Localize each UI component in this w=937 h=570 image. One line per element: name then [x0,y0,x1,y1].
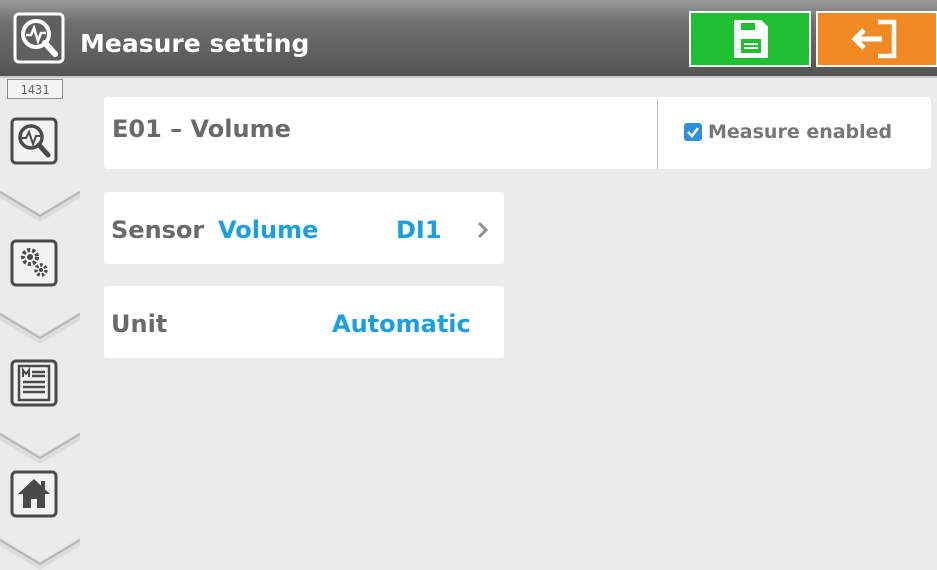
sidebar-item-measure[interactable] [10,117,58,165]
chevron-down-icon [0,432,80,464]
floppy-save-icon [734,20,768,58]
chevron-down-icon [0,190,80,222]
page-title: Measure setting [80,29,310,58]
unit-label: Unit [111,310,168,338]
measure-title: E01 – Volume [112,115,291,143]
sidebar-item-home[interactable] [10,470,58,518]
chevron-down-icon [0,312,80,344]
exit-door-icon [851,19,897,59]
unit-value: Automatic [332,310,471,338]
chevron-down-icon [0,538,80,570]
header-bar: Measure setting [0,0,937,78]
measure-card: E01 – Volume Measure enabled [104,97,931,169]
counter-display: 1431 [7,79,63,99]
sensor-channel: DI1 [396,216,442,244]
divider [657,99,658,169]
sensor-name: Volume [218,216,319,244]
checkbox-checked-icon [684,123,702,141]
exit-button[interactable] [816,11,937,67]
chevron-right-icon [477,221,489,239]
save-button[interactable] [689,11,811,67]
sidebar-item-settings[interactable] [10,239,58,287]
unit-row[interactable]: Unit Automatic [104,286,504,358]
sidebar-item-manual[interactable] [10,359,58,407]
sensor-row[interactable]: Sensor Volume DI1 [104,192,504,264]
sensor-label: Sensor [111,216,205,244]
measure-search-icon [13,12,65,64]
measure-enabled-label: Measure enabled [708,121,893,143]
